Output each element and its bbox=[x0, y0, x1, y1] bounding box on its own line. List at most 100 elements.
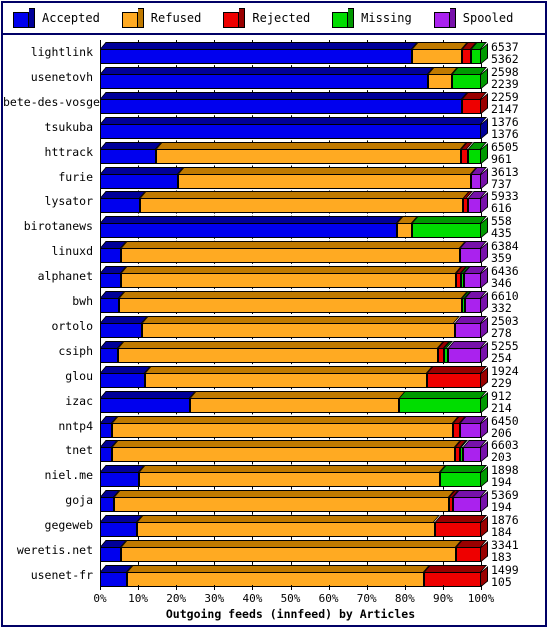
bar-segment-rejected bbox=[434, 522, 481, 538]
x-tick-label: 100% bbox=[467, 592, 495, 605]
bar-segment-top bbox=[434, 515, 487, 523]
legend-label: Missing bbox=[361, 11, 412, 25]
x-tick bbox=[100, 585, 101, 590]
bar-total-value: 6450 bbox=[491, 413, 519, 428]
cube-icon bbox=[433, 8, 456, 28]
cube-face bbox=[13, 12, 29, 28]
x-tick bbox=[404, 585, 406, 590]
bar-segment-spooled bbox=[464, 298, 481, 313]
bar-value-labels: 2503 278 bbox=[491, 315, 519, 339]
bar-accepted-value: 961 bbox=[491, 151, 512, 166]
legend-label: Refused bbox=[150, 11, 202, 25]
bar-value-labels: 2259 2147 bbox=[491, 91, 519, 115]
bar-value-labels: 558 435 bbox=[491, 215, 512, 239]
bar-total-value: 2259 bbox=[491, 89, 519, 104]
bar-segment-accepted bbox=[100, 248, 122, 264]
category-label: usenet-fr bbox=[30, 567, 93, 582]
cube-side bbox=[137, 8, 144, 28]
bar-segment-refused bbox=[139, 198, 464, 214]
bar-segment-accepted bbox=[100, 522, 138, 538]
cube-face bbox=[121, 12, 138, 28]
bar-segment-refused bbox=[397, 223, 413, 239]
category-label: goja bbox=[65, 493, 93, 508]
category-label: bwh bbox=[72, 294, 93, 308]
bar-segment-rejected bbox=[461, 49, 472, 64]
category-label: nntp4 bbox=[58, 418, 93, 433]
bar-segment-rejected bbox=[453, 422, 461, 438]
category-label: furie bbox=[58, 169, 93, 184]
bar-accepted-value: 737 bbox=[491, 176, 512, 191]
category-label: gegeweb bbox=[44, 518, 93, 533]
bar-value-labels: 6450 206 bbox=[491, 415, 519, 439]
bar-segment-top bbox=[423, 564, 487, 572]
x-tick-label: 30% bbox=[204, 592, 225, 605]
x-tick bbox=[442, 585, 444, 590]
bar-value-labels: 5933 616 bbox=[491, 190, 519, 214]
bar-segment-missing bbox=[399, 397, 481, 413]
bar-segment-accepted bbox=[100, 547, 121, 562]
bar-value-labels: 6603 203 bbox=[491, 439, 519, 463]
x-tick bbox=[366, 585, 368, 590]
x-tick bbox=[214, 585, 216, 590]
bar-segment-top bbox=[100, 216, 404, 224]
bar-side-face bbox=[481, 516, 488, 538]
bar-segment-accepted bbox=[100, 447, 112, 463]
bar-side-face bbox=[481, 441, 488, 463]
x-axis-title: Outgoing feeds (innfeed) by Articles bbox=[165, 607, 416, 621]
bar-segment-top bbox=[145, 365, 434, 373]
cube-icon bbox=[121, 8, 144, 28]
bar-total-value: 1376 bbox=[491, 114, 519, 129]
bar-accepted-value: 1376 bbox=[491, 126, 519, 141]
bar-segment-accepted bbox=[100, 298, 120, 313]
bar-accepted-value: 2239 bbox=[491, 76, 519, 91]
bar-segment-refused bbox=[177, 173, 472, 189]
bar-value-labels: 2598 2239 bbox=[491, 66, 519, 90]
bar-segment-spooled bbox=[447, 347, 481, 363]
bar-segment-rejected bbox=[461, 98, 481, 114]
bar-accepted-value: 5362 bbox=[491, 52, 519, 66]
bar-segment-top bbox=[439, 465, 487, 473]
bar-segment-accepted bbox=[100, 198, 140, 214]
legend-item-missing: Missing bbox=[332, 8, 412, 28]
bar-segment-refused bbox=[428, 73, 453, 89]
legend-label: Accepted bbox=[42, 11, 100, 25]
bar-segment-accepted bbox=[100, 472, 139, 488]
cube-side bbox=[29, 8, 35, 28]
category-label: httrack bbox=[44, 144, 93, 159]
bar-value-labels: 6436 346 bbox=[491, 265, 519, 289]
legend-item-refused: Refused bbox=[121, 8, 202, 28]
bar-accepted-value: 206 bbox=[491, 425, 512, 440]
bar-side-face bbox=[481, 267, 488, 289]
category-label: weretis.net bbox=[16, 543, 93, 557]
bar-segment-accepted bbox=[100, 73, 429, 89]
bar-value-labels: 1376 1376 bbox=[491, 116, 519, 140]
bar-segment-refused bbox=[137, 522, 435, 538]
bar-value-labels: 6384 359 bbox=[491, 240, 519, 264]
bar-segment-rejected bbox=[423, 571, 481, 587]
bar-segment-top bbox=[126, 564, 430, 572]
bar-value-labels: 5255 254 bbox=[491, 340, 519, 364]
bar-side-face bbox=[481, 217, 488, 239]
bar-accepted-value: 435 bbox=[491, 226, 512, 241]
legend-item-rejected: Rejected bbox=[223, 8, 310, 28]
bar-segment-refused bbox=[119, 298, 462, 313]
category-label: niel.me bbox=[44, 468, 93, 483]
category-label: csiph bbox=[58, 343, 93, 358]
bar-segment-top bbox=[100, 141, 163, 149]
bar-segment-top bbox=[139, 191, 470, 199]
bar-total-value: 1924 bbox=[491, 363, 519, 378]
cube-face bbox=[332, 12, 349, 28]
x-tick bbox=[252, 585, 254, 590]
category-label: ortolo bbox=[51, 318, 93, 333]
bar-total-value: 912 bbox=[491, 388, 512, 403]
x-tick bbox=[328, 585, 330, 590]
bar-segment-top bbox=[112, 415, 460, 423]
bar-value-labels: 1898 194 bbox=[491, 464, 519, 488]
bar-segment-refused bbox=[412, 49, 462, 64]
chart-legend: Accepted Refused Rejected Missing Spooled bbox=[3, 3, 545, 35]
cube-icon bbox=[223, 8, 246, 28]
bar-segment-refused bbox=[156, 148, 462, 164]
bar-value-labels: 3341 183 bbox=[491, 539, 519, 563]
bar-accepted-value: 203 bbox=[491, 450, 512, 465]
bar-segment-top bbox=[100, 66, 435, 74]
